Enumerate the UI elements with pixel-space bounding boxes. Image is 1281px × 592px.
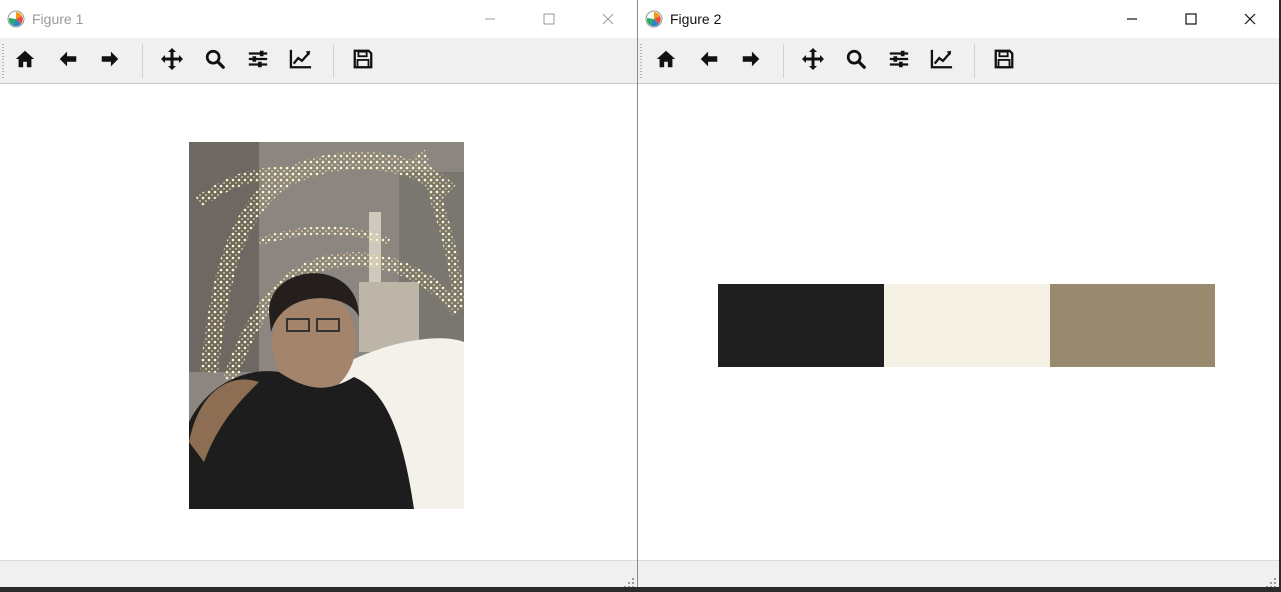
pan-icon bbox=[801, 47, 825, 76]
home-button[interactable] bbox=[651, 46, 681, 76]
zoom-icon bbox=[204, 48, 226, 75]
window-title: Figure 1 bbox=[32, 10, 84, 27]
figure-canvas[interactable] bbox=[638, 85, 1279, 560]
title-bar[interactable]: Figure 1 bbox=[0, 0, 637, 37]
title-bar[interactable]: Figure 2 bbox=[638, 0, 1279, 37]
navigation-toolbar bbox=[0, 38, 637, 84]
toolbar-grip[interactable] bbox=[640, 44, 642, 78]
pan-button[interactable] bbox=[157, 46, 187, 76]
configure-subplots-icon bbox=[888, 48, 910, 75]
minimize-button[interactable] bbox=[460, 0, 519, 37]
configure-subplots-icon bbox=[247, 48, 269, 75]
edit-axes-button[interactable] bbox=[286, 46, 316, 76]
zoom-icon bbox=[845, 48, 867, 75]
back-button[interactable] bbox=[53, 46, 83, 76]
forward-arrow-icon bbox=[99, 48, 121, 75]
toolbar-separator bbox=[974, 44, 975, 78]
color-swatch bbox=[1050, 284, 1215, 367]
figure-2-window: Figure 2 bbox=[637, 0, 1279, 587]
toolbar-separator bbox=[333, 44, 334, 78]
edit-axes-icon bbox=[930, 48, 954, 75]
back-button[interactable] bbox=[694, 46, 724, 76]
forward-button[interactable] bbox=[736, 46, 766, 76]
forward-arrow-icon bbox=[740, 48, 762, 75]
toolbar-grip[interactable] bbox=[2, 44, 4, 78]
home-icon bbox=[655, 48, 677, 75]
figure-canvas[interactable] bbox=[0, 85, 637, 560]
color-swatch bbox=[884, 284, 1050, 367]
save-button[interactable] bbox=[989, 46, 1019, 76]
forward-button[interactable] bbox=[95, 46, 125, 76]
navigation-toolbar bbox=[638, 38, 1279, 84]
maximize-button[interactable] bbox=[519, 0, 578, 37]
back-arrow-icon bbox=[57, 48, 79, 75]
status-bar bbox=[0, 560, 637, 587]
matplotlib-logo-icon bbox=[645, 10, 663, 28]
save-icon bbox=[993, 48, 1015, 75]
taskbar bbox=[0, 587, 1281, 592]
save-icon bbox=[352, 48, 374, 75]
color-swatch bbox=[718, 284, 884, 367]
close-button[interactable] bbox=[1220, 0, 1279, 37]
configure-subplots-button[interactable] bbox=[243, 46, 273, 76]
zoom-button[interactable] bbox=[841, 46, 871, 76]
matplotlib-logo-icon bbox=[7, 10, 25, 28]
back-arrow-icon bbox=[698, 48, 720, 75]
maximize-button[interactable] bbox=[1161, 0, 1220, 37]
window-title: Figure 2 bbox=[670, 10, 722, 27]
configure-subplots-button[interactable] bbox=[884, 46, 914, 76]
figure-1-window: Figure 1 bbox=[0, 0, 637, 587]
toolbar-separator bbox=[142, 44, 143, 78]
status-bar bbox=[638, 560, 1279, 587]
edit-axes-icon bbox=[289, 48, 313, 75]
photo-image bbox=[189, 142, 464, 509]
toolbar-separator bbox=[783, 44, 784, 78]
resize-grip-icon[interactable] bbox=[624, 575, 634, 587]
home-icon bbox=[14, 48, 36, 75]
pan-icon bbox=[160, 47, 184, 76]
minimize-button[interactable] bbox=[1102, 0, 1161, 37]
close-button[interactable] bbox=[578, 0, 637, 37]
home-button[interactable] bbox=[10, 46, 40, 76]
save-button[interactable] bbox=[348, 46, 378, 76]
edit-axes-button[interactable] bbox=[927, 46, 957, 76]
resize-grip-icon[interactable] bbox=[1266, 575, 1276, 587]
pan-button[interactable] bbox=[798, 46, 828, 76]
zoom-button[interactable] bbox=[200, 46, 230, 76]
